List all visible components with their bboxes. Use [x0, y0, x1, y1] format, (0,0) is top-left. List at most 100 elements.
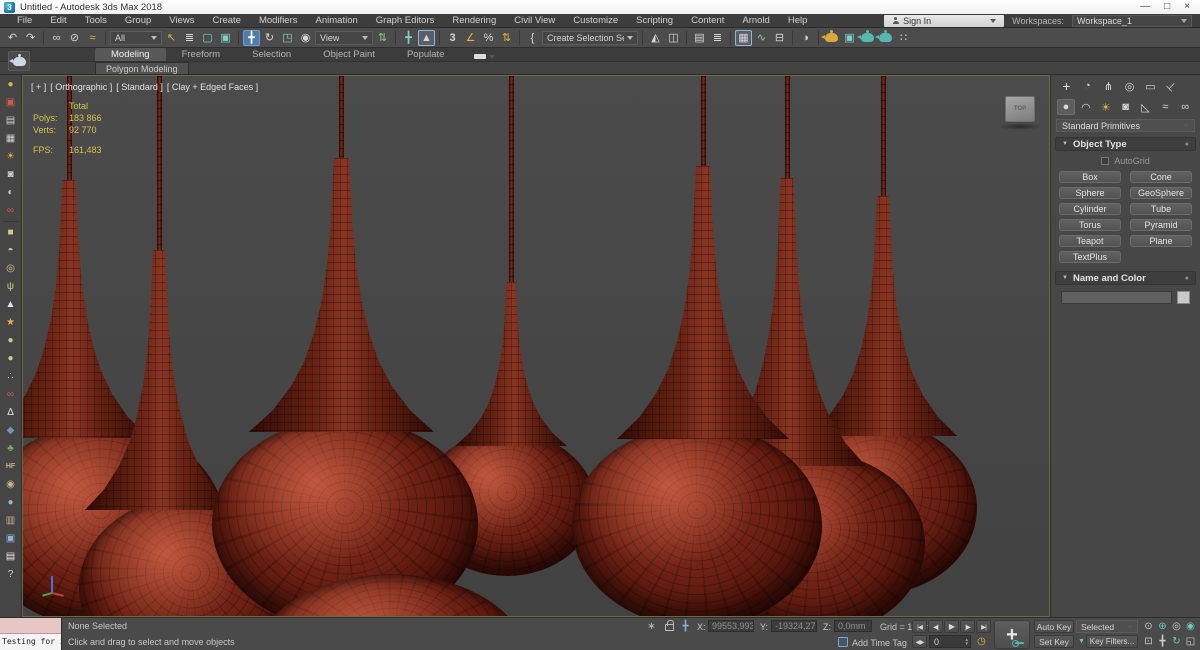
- coord-system-dropdown[interactable]: View: [315, 30, 373, 45]
- current-frame-field[interactable]: 0 ▲ ▼: [929, 635, 971, 648]
- undo-icon[interactable]: ↶: [4, 30, 21, 46]
- scene-explorer-icon[interactable]: ▤: [691, 30, 708, 46]
- set-key-button[interactable]: Set Key: [1034, 635, 1074, 648]
- render-production-icon[interactable]: [857, 30, 876, 46]
- menu-arnold[interactable]: Arnold: [733, 14, 778, 27]
- zoom-extents-icon[interactable]: ◎: [1170, 620, 1183, 633]
- menu-modifiers[interactable]: Modifiers: [250, 14, 307, 27]
- help-icon[interactable]: ?: [3, 567, 19, 582]
- add-time-tag[interactable]: Add Time Tag: [852, 638, 907, 648]
- maximize-button[interactable]: □: [1164, 1, 1170, 13]
- star-icon[interactable]: ★: [3, 315, 19, 330]
- claw-icon[interactable]: ψ: [3, 279, 19, 294]
- frame-spinner[interactable]: ▲ ▼: [965, 637, 970, 646]
- ribbon-tab-selection[interactable]: Selection: [236, 48, 307, 61]
- cone-icon[interactable]: ▲: [3, 297, 19, 312]
- auto-key-button[interactable]: Auto Key: [1034, 620, 1074, 633]
- rendered-frame-icon[interactable]: ▣: [3, 95, 19, 110]
- menu-animation[interactable]: Animation: [307, 14, 367, 27]
- zoom-all-icon[interactable]: ⊕: [1156, 620, 1169, 633]
- primitive-category-dropdown[interactable]: Standard Primitives: [1056, 119, 1195, 132]
- box-button[interactable]: Box: [1059, 171, 1121, 183]
- angle-snap-icon[interactable]: ∠: [462, 30, 479, 46]
- maximize-viewport-icon[interactable]: ◱: [1184, 635, 1197, 648]
- spreadsheet-icon[interactable]: ▦: [3, 131, 19, 146]
- isolate-selection-icon[interactable]: ∗: [644, 620, 659, 633]
- orbit-icon[interactable]: ↻: [1170, 635, 1183, 648]
- schematic-view-icon[interactable]: ⊟: [771, 30, 788, 46]
- viewport-general-menu[interactable]: [ + ]: [31, 82, 46, 92]
- selected-set-dropdown[interactable]: Selected: [1076, 620, 1138, 633]
- geometry-category-icon[interactable]: ●: [1057, 99, 1075, 115]
- name-and-color-rollout[interactable]: ▼ Name and Color ●: [1055, 271, 1196, 285]
- menu-customize[interactable]: Customize: [564, 14, 627, 27]
- polygon-modeling-panel-tab[interactable]: Polygon Modeling: [95, 62, 189, 74]
- select-and-place-icon[interactable]: ◉: [297, 30, 314, 46]
- close-button[interactable]: ×: [1184, 1, 1190, 13]
- lights-category-icon[interactable]: ☀: [1097, 99, 1115, 115]
- unlink-icon[interactable]: ⊘: [66, 30, 83, 46]
- mirror-icon[interactable]: ◭: [647, 30, 664, 46]
- container-icon[interactable]: ▥: [3, 513, 19, 528]
- layer-explorer-icon[interactable]: ≣: [709, 30, 726, 46]
- ribbon-tab-modeling[interactable]: Modeling: [95, 48, 166, 61]
- object-name-field[interactable]: [1061, 291, 1172, 304]
- menu-tools[interactable]: Tools: [76, 14, 116, 27]
- align-icon[interactable]: ◫: [665, 30, 682, 46]
- ribbon-tab-populate[interactable]: Populate: [391, 48, 461, 61]
- plane-button[interactable]: Plane: [1130, 235, 1192, 247]
- object-type-rollout[interactable]: ▼ Object Type ●: [1055, 137, 1196, 151]
- viewport[interactable]: [ + ] [ Orthographic ] [ Standard ] [ Cl…: [22, 75, 1050, 617]
- listener-field[interactable]: Testing for i: [0, 634, 61, 650]
- pendant-lamp-8[interactable]: [23, 76, 1049, 616]
- select-by-name-icon[interactable]: ≣: [181, 30, 198, 46]
- torus-icon[interactable]: ◎: [3, 261, 19, 276]
- select-and-manipulate-icon[interactable]: ╋: [400, 30, 417, 46]
- menu-views[interactable]: Views: [160, 14, 203, 27]
- ribbon-options-button[interactable]: [474, 54, 496, 61]
- menu-file[interactable]: File: [8, 14, 41, 27]
- utilities-tab-icon[interactable]: ⊢: [1159, 74, 1184, 99]
- lamp-bulb[interactable]: [253, 574, 529, 616]
- ribbon-app-icon[interactable]: [8, 51, 30, 71]
- x-coordinate-field[interactable]: 99553,993: [708, 620, 754, 632]
- menu-rendering[interactable]: Rendering: [443, 14, 505, 27]
- key-mode-toggle[interactable]: ◀▶: [912, 635, 927, 648]
- viewcube[interactable]: TOP: [996, 92, 1044, 136]
- zoom-extents-all-icon[interactable]: ◉: [1184, 620, 1197, 633]
- pan-icon[interactable]: ╋: [1156, 635, 1169, 648]
- spinner-snap-icon[interactable]: ⇅: [498, 30, 515, 46]
- rock-icon[interactable]: ◆: [3, 423, 19, 438]
- material-sphere-icon[interactable]: ◐: [3, 185, 19, 200]
- snaps-toggle-icon[interactable]: 3: [444, 30, 461, 46]
- menu-create[interactable]: Create: [203, 14, 250, 27]
- ribbon-tab-freeform[interactable]: Freeform: [166, 48, 237, 61]
- select-object-icon[interactable]: ↖: [163, 30, 180, 46]
- cone-button[interactable]: Cone: [1130, 171, 1192, 183]
- viewcube-face[interactable]: TOP: [1005, 96, 1035, 122]
- use-pivot-center-icon[interactable]: ⇅: [374, 30, 391, 46]
- document-icon[interactable]: ▤: [3, 549, 19, 564]
- cameras-category-icon[interactable]: ◙: [1117, 99, 1135, 115]
- molecule-icon[interactable]: ∞: [3, 387, 19, 402]
- play-button[interactable]: ▶: [944, 620, 959, 633]
- select-and-rotate-icon[interactable]: ↻: [261, 30, 278, 46]
- cylinder-button[interactable]: Cylinder: [1059, 203, 1121, 215]
- teapot-button[interactable]: Teapot: [1059, 235, 1121, 247]
- spacewarps-category-icon[interactable]: ≈: [1156, 99, 1174, 115]
- helpers-category-icon[interactable]: ◺: [1137, 99, 1155, 115]
- menu-help[interactable]: Help: [779, 14, 817, 27]
- menu-content[interactable]: Content: [682, 14, 733, 27]
- light-icon[interactable]: ☀: [3, 149, 19, 164]
- selection-box-icon[interactable]: ▣: [3, 531, 19, 546]
- camera-icon[interactable]: ◙: [3, 167, 19, 182]
- transform-gizmo-icon[interactable]: ╋: [678, 620, 693, 633]
- textplus-button[interactable]: TextPlus: [1059, 251, 1121, 263]
- selection-filter-dropdown[interactable]: All: [110, 30, 162, 45]
- bind-spacewarp-icon[interactable]: ≈: [84, 30, 101, 46]
- named-selection-sets-icon[interactable]: {: [524, 30, 541, 46]
- minimize-button[interactable]: —: [1140, 1, 1150, 13]
- ribbon-toggle-icon[interactable]: ▦: [735, 29, 752, 46]
- blue-sphere-icon[interactable]: ●: [3, 495, 19, 510]
- shapes-category-icon[interactable]: ◠: [1077, 99, 1095, 115]
